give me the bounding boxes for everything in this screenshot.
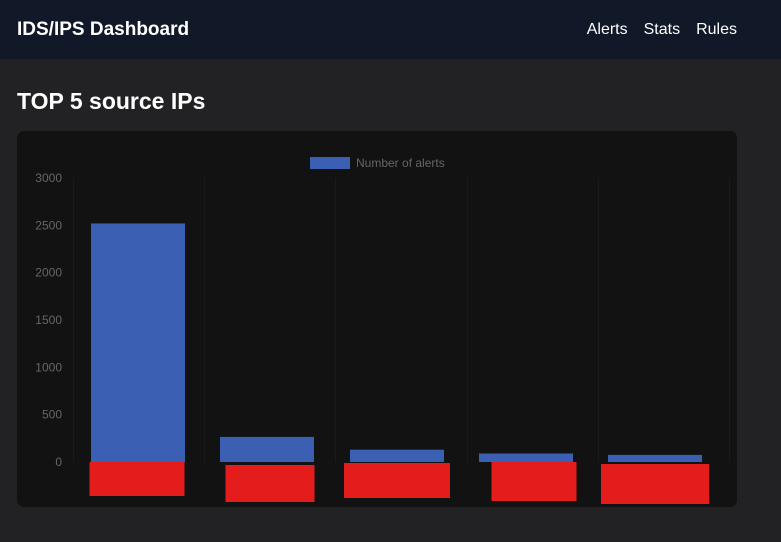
chart-card: 0 500 1000 1500 2000 2500 3000 Number of alerts (17, 131, 737, 507)
nav-link-rules[interactable]: Rules (696, 19, 737, 41)
y-tick-label: 1500 (35, 313, 62, 327)
bar (220, 436, 314, 462)
y-tick-label: 2500 (35, 218, 62, 232)
y-tick-label: 3000 (35, 171, 62, 185)
nav-link-stats[interactable]: Stats (644, 19, 680, 41)
bar (91, 223, 185, 462)
redacted-category-label (89, 462, 185, 496)
navbar: IDS/IPS Dashboard Alerts Stats Rules (0, 0, 781, 59)
y-tick-label: 1000 (35, 360, 62, 374)
page-title: TOP 5 source IPs (17, 88, 206, 114)
bar (350, 449, 444, 462)
redacted-category-label (344, 463, 450, 498)
legend-label: Number of alerts (356, 156, 445, 170)
chart-legend: Number of alerts (310, 156, 445, 170)
bar-chart: 0 500 1000 1500 2000 2500 3000 Number of alerts (35, 156, 730, 504)
redacted-category-label (601, 464, 709, 504)
legend-swatch (310, 157, 350, 169)
bar (479, 453, 573, 462)
nav-links: Alerts Stats Rules (587, 19, 737, 41)
redacted-category-label (491, 462, 577, 501)
y-tick-label: 2000 (35, 266, 62, 280)
nav-link-alerts[interactable]: Alerts (587, 19, 628, 41)
y-tick-label: 0 (55, 455, 62, 469)
redacted-category-label (225, 465, 315, 502)
y-tick-label: 500 (42, 408, 62, 422)
brand-title[interactable]: IDS/IPS Dashboard (17, 18, 189, 42)
bar (608, 454, 702, 462)
